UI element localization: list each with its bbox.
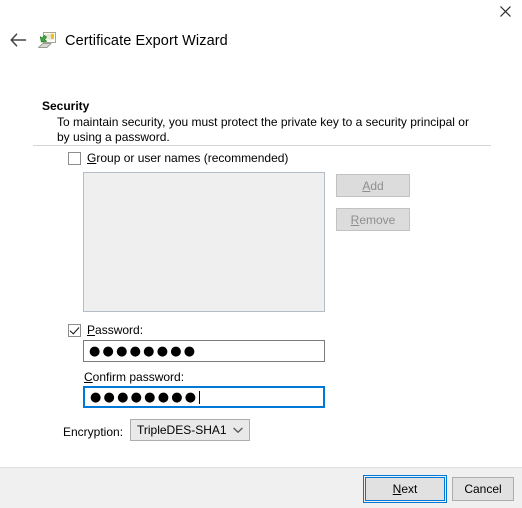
encryption-dropdown[interactable]: TripleDES-SHA1: [130, 419, 250, 441]
cancel-button[interactable]: Cancel: [452, 477, 514, 501]
accel-char: G: [87, 151, 97, 165]
label-rest: emove: [359, 212, 396, 227]
label-rest: ext: [401, 482, 418, 496]
close-icon: [499, 5, 511, 17]
checkbox-box-password: [68, 323, 81, 337]
password-checkbox[interactable]: Password:: [68, 323, 143, 337]
encryption-selected-value: TripleDES-SHA1: [137, 423, 227, 437]
footer-bar: Next Cancel: [0, 467, 522, 508]
page-title: Security: [42, 99, 90, 113]
accel-char: P: [87, 323, 96, 337]
confirm-password-input[interactable]: ●●●●●●●●: [83, 386, 325, 408]
next-button-label: Next: [393, 482, 418, 496]
remove-button[interactable]: Remove: [336, 208, 410, 231]
group-or-user-names-label: Group or user names (recommended): [87, 151, 288, 165]
remove-button-label: Remove: [351, 213, 396, 227]
group-or-user-names-checkbox[interactable]: Group or user names (recommended): [68, 151, 288, 165]
label-rest: roup or user names (recommended): [96, 151, 289, 165]
encryption-label: Encryption:: [63, 425, 124, 439]
label-rest: onfirm password:: [92, 370, 185, 384]
chevron-down-icon: [227, 427, 249, 434]
label-rest: assword:: [95, 323, 144, 337]
certificate-export-icon: [37, 31, 57, 51]
confirm-password-masked-value: ●●●●●●●●: [90, 389, 199, 405]
add-button[interactable]: Add: [336, 174, 410, 197]
checkbox-box-group-names: [68, 151, 81, 165]
cancel-button-label: Cancel: [464, 482, 502, 496]
add-button-label: Add: [362, 179, 383, 193]
password-masked-value: ●●●●●●●●: [89, 343, 198, 359]
confirm-password-label: Confirm password:: [84, 370, 184, 384]
group-or-user-names-listbox[interactable]: [83, 172, 325, 312]
content-pane: Security To maintain security, you must …: [0, 62, 522, 462]
page-description: To maintain security, you must protect t…: [57, 115, 469, 144]
password-label: Password:: [87, 323, 143, 337]
accel-char: C: [84, 370, 93, 384]
back-button[interactable]: [3, 29, 33, 53]
wizard-header: Certificate Export Wizard: [0, 28, 522, 54]
label-rest: dd: [370, 178, 384, 193]
accel-char: R: [350, 212, 360, 227]
wizard-title: Certificate Export Wizard: [65, 33, 228, 49]
header-divider: [33, 145, 491, 146]
close-button[interactable]: [488, 0, 522, 22]
title-bar: [0, 0, 522, 22]
password-input[interactable]: ●●●●●●●●: [83, 340, 325, 362]
back-arrow-icon: [9, 32, 27, 50]
next-button[interactable]: Next: [363, 475, 447, 503]
text-caret: [199, 390, 201, 404]
